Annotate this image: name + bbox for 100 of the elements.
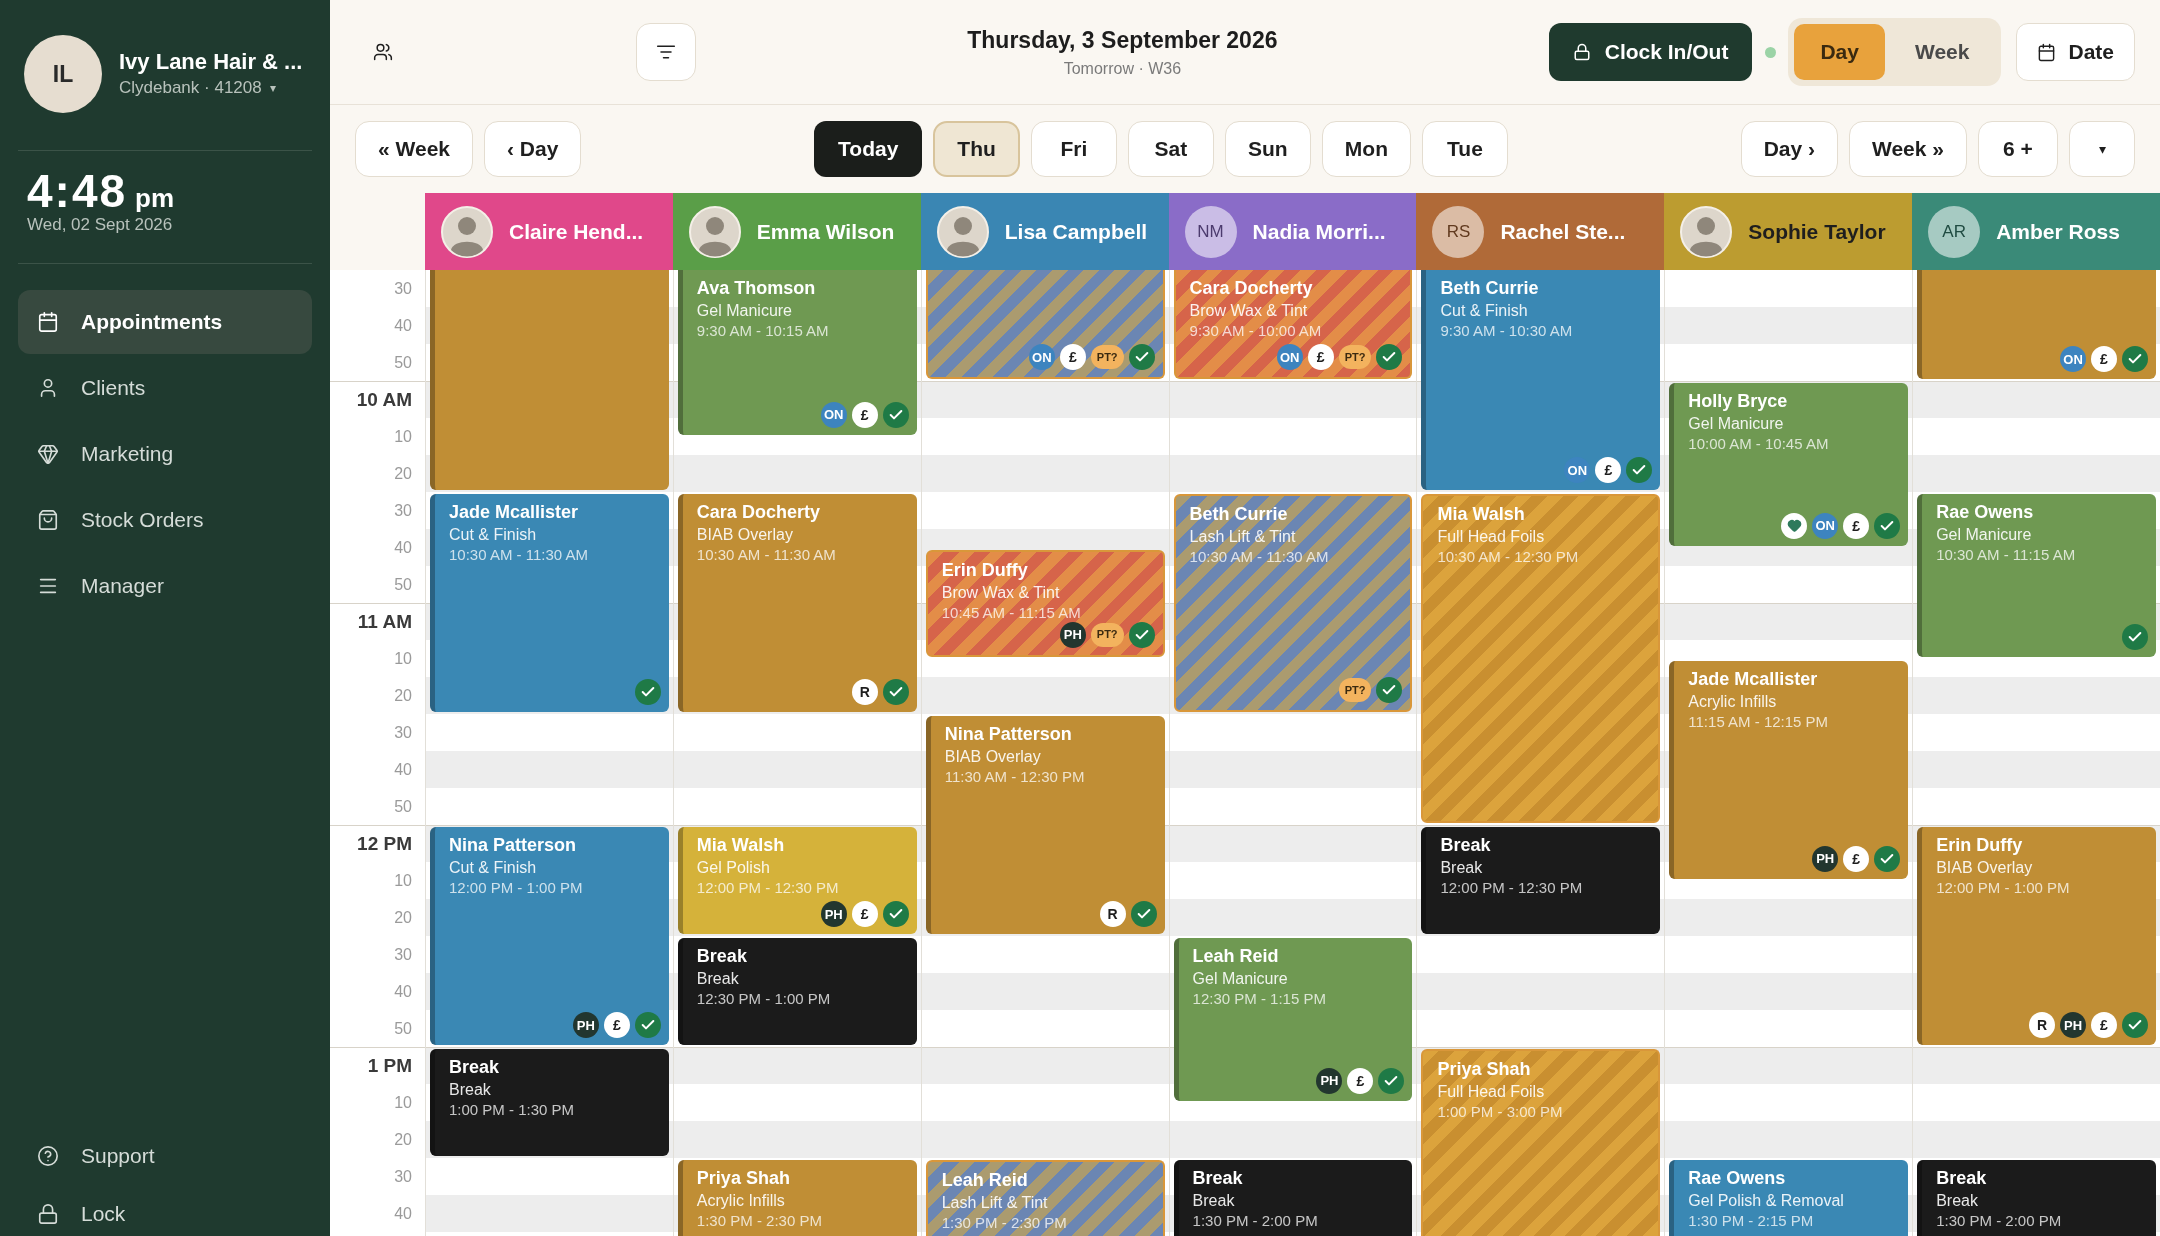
appointment-card[interactable]: Rae Owens Gel Polish & Removal 1:30 PM - 2:15 PM [1669, 1160, 1909, 1236]
avatar-silhouette-icon [1680, 205, 1733, 258]
appointment-card[interactable]: Erin Duffy Brow Wax & Tint 10:45 AM - 11:15 AM PH PT? [925, 549, 1165, 657]
check-icon [634, 1012, 661, 1038]
appointment-card[interactable]: Cara Docherty BIAB Overlay 10:30 AM - 11:30 AM R [677, 494, 917, 712]
time-label: 10 [394, 648, 412, 669]
nav-item[interactable]: Stock Orders [18, 488, 312, 552]
service-name: Lash Lift & Tint [1189, 527, 1297, 547]
caret-icon[interactable]: ▾ [269, 82, 276, 94]
day-tab[interactable]: Fri [1030, 121, 1117, 177]
previous-button[interactable]: ‹ Day [484, 121, 582, 177]
appointment-card[interactable]: Jade Mcallister Cut & Finish 10:30 AM - 11:30 AM [430, 494, 669, 712]
appointment-card[interactable]: Beth Currie Cut & Finish 9:30 AM - 10:30 AM ON £ [1421, 270, 1661, 490]
appointment-time: 12:00 PM - 1:00 PM [1936, 878, 2071, 898]
clock-in-out-button[interactable]: Clock In/Out [1548, 23, 1753, 81]
nav-item[interactable]: Clients [18, 356, 312, 420]
service-name: Full Head Foils [1437, 527, 1546, 547]
time-label: 40 [394, 315, 412, 336]
check-icon [1378, 1067, 1405, 1094]
status-badge: £ [603, 1012, 630, 1038]
appointment-card[interactable]: Nina Patterson Cut & Finish 12:00 PM - 1:00 PM PH £ [430, 827, 669, 1045]
previous-button[interactable]: « Week [355, 121, 473, 177]
nav-item[interactable]: Manager [18, 554, 312, 618]
client-name: Break [1440, 834, 1492, 857]
service-name: Lash Lift & Tint [941, 1193, 1049, 1213]
business-location: Clydebank · 41208 [119, 77, 262, 99]
status-badge: PH [820, 901, 847, 927]
staff-name: Amber Ross [1996, 218, 2120, 245]
initials-avatar: NM [1184, 205, 1237, 258]
client-name: Nina Patterson [449, 834, 578, 857]
business-name: Ivy Lane Hair & ... [119, 48, 303, 76]
client-name: Cara Docherty [1189, 277, 1314, 300]
status-badge: ON [1276, 344, 1303, 370]
day-tab[interactable]: Sat [1127, 121, 1214, 177]
client-name: Leah Reid [941, 1169, 1029, 1192]
service-name: Gel Manicure [1688, 414, 1785, 434]
appointment-time: 10:45 AM - 11:15 AM [941, 602, 1082, 623]
day-tab[interactable]: Sun [1224, 121, 1311, 177]
appointment-card[interactable]: Mia Walsh Gel Polish 12:00 PM - 12:30 PM PH £ [677, 827, 917, 934]
time-label: 50 [394, 1018, 412, 1039]
appointment-card[interactable]: Nina Patterson BIAB Overlay 11:30 AM - 12:30 PM R [925, 716, 1165, 934]
appointment-time: 10:30 AM - 11:30 AM [449, 545, 589, 565]
status-badge: PH [1059, 621, 1086, 648]
service-name: Break [1192, 1191, 1236, 1211]
clock-date: Wed, 02 Sept 2026 [27, 215, 174, 235]
next-button[interactable]: Day › [1740, 121, 1838, 177]
more-dropdown-button[interactable]: ▾ [2069, 121, 2135, 177]
appointment-card[interactable]: Break Break 1:00 PM - 1:30 PM [430, 1049, 669, 1156]
time-label: 30 [394, 500, 412, 521]
appointment-card[interactable]: Ava Thomson Gel Manicure 9:30 AM - 10:15 AM ON £ [677, 270, 917, 435]
appointment-time: 10:30 AM - 11:15 AM [1936, 545, 2077, 565]
appointment-time: 9:30 AM - 10:00 AM [1189, 321, 1323, 341]
appointment-card[interactable]: Erin Duffy BIAB Overlay 12:00 PM - 1:00 PM R PH £ [1917, 827, 2156, 1045]
view-tab[interactable]: Week [1889, 24, 1996, 80]
avatar-silhouette-icon [936, 205, 989, 258]
status-badge: PH [572, 1012, 599, 1038]
appointment-card[interactable]: Break Break 12:30 PM - 1:00 PM [677, 938, 917, 1045]
client-name: Beth Currie [1189, 503, 1289, 526]
nav-item[interactable]: Marketing [18, 422, 312, 486]
status-badge: PH [1812, 845, 1839, 872]
filter-button[interactable] [636, 23, 696, 81]
appointment-card[interactable]: Jade Mcallister Acrylic Infills 11:15 AM - 12:15 PM PH £ [1669, 660, 1909, 879]
next-button[interactable]: 6 + [1978, 121, 2058, 177]
day-tab[interactable]: Tue [1421, 121, 1508, 177]
check-icon [2122, 623, 2148, 650]
appointment-card[interactable]: ON £ PT? [925, 270, 1165, 379]
next-button[interactable]: Week » [1849, 121, 1967, 177]
help-icon [37, 1145, 59, 1167]
time-label: 20 [394, 907, 412, 928]
appointment-card[interactable] [430, 270, 669, 490]
footer-nav-item[interactable]: Support [18, 1134, 312, 1178]
appointment-card[interactable]: Cara Docherty Brow Wax & Tint 9:30 AM - 10:00 AM ON £ PT? [1173, 270, 1413, 379]
service-name: Cut & Finish [449, 525, 538, 545]
appointment-card[interactable]: Break Break 1:30 PM - 2:00 PM [1173, 1160, 1413, 1236]
service-name: Gel Polish & Removal [1688, 1191, 1845, 1211]
nav-item[interactable]: Appointments [18, 290, 312, 354]
client-name: Beth Currie [1440, 277, 1540, 300]
time-label: 30 [394, 278, 412, 299]
today-button[interactable]: Today [814, 121, 923, 177]
check-icon [1130, 901, 1157, 927]
date-button[interactable]: Date [2016, 23, 2135, 81]
appointment-card[interactable]: Leah Reid Gel Manicure 12:30 PM - 1:15 PM PH £ [1173, 938, 1413, 1101]
time-label: 40 [394, 537, 412, 558]
view-tab[interactable]: Day [1794, 24, 1885, 80]
appointment-card[interactable]: Break Break 12:00 PM - 12:30 PM [1421, 827, 1661, 934]
initials-avatar: RS [1432, 205, 1485, 258]
day-tab[interactable]: Thu [933, 121, 1020, 177]
footer-nav-item[interactable]: Lock [18, 1192, 312, 1236]
avatar-silhouette-icon [441, 205, 493, 258]
service-name: Cut & Finish [1440, 301, 1529, 321]
day-tab[interactable]: Mon [1321, 121, 1411, 177]
check-icon [882, 679, 909, 705]
appointment-card[interactable]: ON £ [1917, 270, 2156, 379]
status-badge: ON [1028, 344, 1055, 370]
time-label: 11 AM [357, 609, 412, 634]
appointment-card[interactable]: Break Break 1:30 PM - 2:00 PM [1917, 1160, 2156, 1236]
appointment-card[interactable]: Holly Bryce Gel Manicure 10:00 AM - 10:45 AM ON £ [1669, 383, 1909, 546]
time-label: 30 [394, 722, 412, 743]
status-badge: ON [1564, 457, 1591, 483]
client-name: Jade Mcallister [449, 501, 580, 524]
